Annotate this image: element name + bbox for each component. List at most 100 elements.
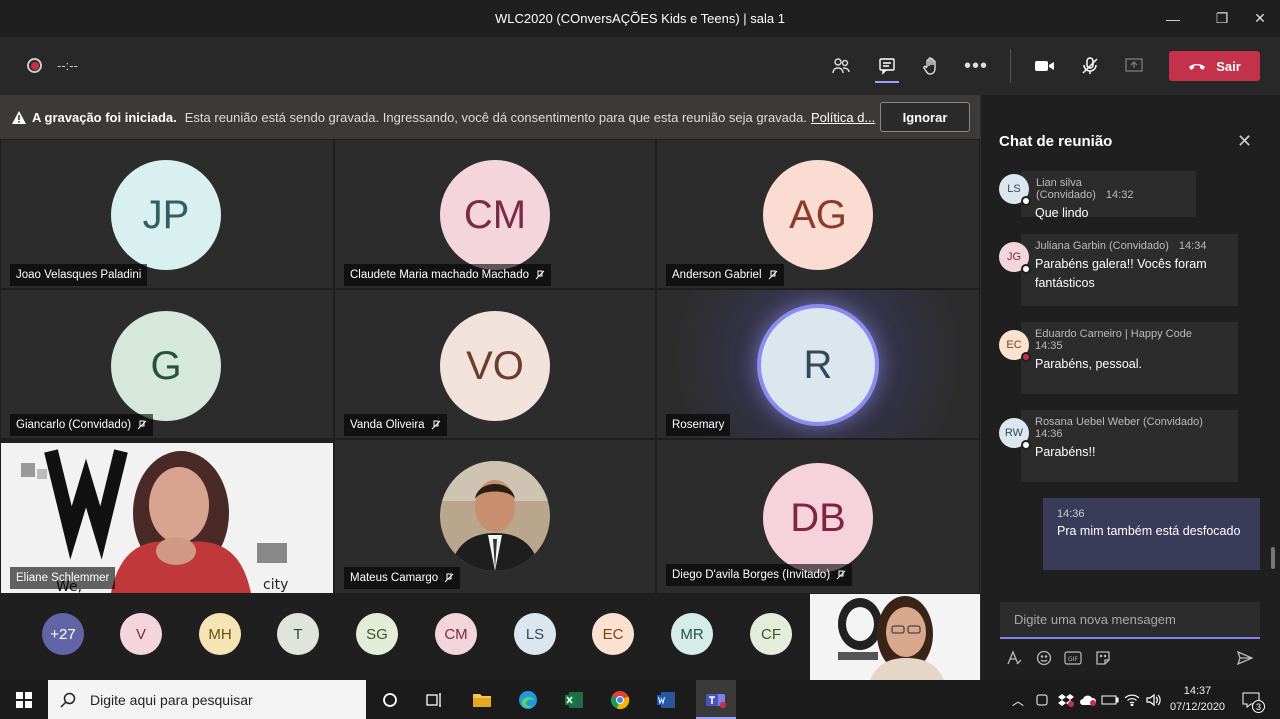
message-author: Juliana Garbin (Convidado) [1035,240,1169,252]
strip-avatar[interactable]: T [277,613,319,655]
chat-bubble: Juliana Garbin (Convidado) 14:34 Parabéns… [1021,234,1238,306]
participant-name-tag: Vanda Oliveira [344,414,447,436]
ignore-button[interactable]: Ignorar [880,102,970,132]
participant-tile[interactable]: G Giancarlo (Convidado) [1,290,333,438]
window-title: WLC2020 (COnversAÇÕES Kids e Teens) | sa… [495,11,785,26]
participant-avatar: VO [440,311,550,421]
message-time: 14:34 [1178,240,1207,252]
participant-tile[interactable]: CM Claudete Maria machado Machado [335,140,655,288]
participant-name-tag: Claudete Maria machado Machado [344,264,551,286]
meeting-toolbar: --:-- ••• Sair [0,37,1280,95]
more-options-icon[interactable]: ••• [961,51,991,81]
banner-title: A gravação foi iniciada. [32,109,177,125]
gif-icon[interactable]: GIF [1063,648,1083,668]
taskbar-clock[interactable]: 14:37 07/12/2020 [1170,683,1225,715]
teams-taskbar-button[interactable] [696,680,736,719]
more-participants-badge[interactable]: +27 [42,613,84,655]
strip-avatar[interactable]: SG [356,613,398,655]
participant-tile[interactable]: AG Anderson Gabriel [657,140,979,288]
banner-text: Esta reunião está sendo gravada. Ingress… [184,109,807,125]
close-window-button[interactable]: ✕ [1241,0,1279,37]
share-screen-icon[interactable] [1119,51,1149,81]
participant-avatar: G [111,311,221,421]
mic-muted-icon [768,270,777,280]
chat-icon[interactable] [872,51,902,83]
show-hidden-icons[interactable]: ︿ [1006,688,1030,712]
camera-icon[interactable] [1030,51,1060,81]
raise-hand-icon[interactable] [916,51,946,81]
message-text: Que lindo [1035,206,1089,220]
meeting-timer: --:-- [57,58,78,73]
cortana-icon[interactable] [378,688,402,712]
message-author: Rosana Uebel Weber (Convidado) [1035,416,1203,428]
edge-browser-icon[interactable] [516,688,540,712]
mic-muted-icon [431,420,440,430]
word-icon[interactable] [654,688,678,712]
onedrive-icon[interactable] [1076,688,1100,712]
message-avatar[interactable]: JG [999,242,1031,274]
strip-avatar[interactable]: MH [199,613,241,655]
video-grid: JP Joao Velasques Paladini CM Claudete M… [0,139,980,594]
leave-button[interactable]: Sair [1169,51,1260,81]
taskbar-search-box[interactable]: Digite aqui para pesquisar [48,680,366,719]
chat-scrollbar[interactable] [1271,547,1275,569]
participant-tile[interactable]: VO Vanda Oliveira [335,290,655,438]
own-chat-message: 14:36 Pra mim também está desfocado [1043,498,1260,570]
participant-tile[interactable]: Mateus Camargo [335,440,655,593]
message-time: 14:35 [1035,340,1063,352]
recording-banner: A gravação foi iniciada. Esta reunião es… [0,95,980,139]
participant-video-tile[interactable]: We, city Eliane Schlemmer [1,443,333,593]
volume-icon[interactable] [1142,688,1166,712]
mic-muted-icon[interactable] [1075,51,1105,81]
dropbox-icon[interactable] [1054,688,1078,712]
excel-icon[interactable] [562,688,586,712]
minimize-button[interactable]: — [1154,0,1192,37]
participant-avatar: R [757,304,879,426]
strip-avatar[interactable]: EC [592,613,634,655]
participant-name-tag: Eliane Schlemmer [10,567,116,589]
presence-status-icon [1021,440,1031,450]
chat-active-indicator [875,81,899,83]
send-icon[interactable] [1235,648,1255,668]
participant-name-tag: Anderson Gabriel [666,264,784,286]
task-view-icon[interactable] [422,688,446,712]
chat-bubble: Lian silva (Convidado) 14:32 Que lindo [1021,171,1196,220]
notifications-icon[interactable]: 3 [1239,688,1265,713]
file-explorer-icon[interactable] [470,688,494,712]
window-titlebar: WLC2020 (COnversAÇÕES Kids e Teens) | sa… [0,0,1280,37]
strip-avatar[interactable]: CF [750,613,792,655]
message-text: Parabéns, pessoal. [1035,357,1143,371]
windows-start-icon[interactable] [12,688,36,712]
strip-avatar[interactable]: LS [514,613,556,655]
presence-status-icon [1021,352,1031,362]
battery-icon[interactable] [1098,688,1122,712]
wifi-icon[interactable] [1120,688,1144,712]
message-avatar[interactable]: LS [999,174,1031,206]
message-time: 14:36 [1035,428,1063,440]
close-chat-icon[interactable]: ✕ [1237,131,1252,152]
search-icon [60,692,76,708]
clock-time: 14:37 [1183,685,1212,697]
message-avatar[interactable]: RW [999,418,1031,450]
participant-name-tag: Giancarlo (Convidado) [10,414,154,436]
meet-now-icon[interactable] [1030,688,1054,712]
strip-avatar[interactable]: MR [671,613,713,655]
strip-avatar[interactable]: CM [435,613,477,655]
mic-muted-icon [137,420,147,430]
maximize-button[interactable]: ❐ [1203,0,1241,37]
compose-message-input[interactable]: Digite uma nova mensagem [1000,602,1260,639]
chrome-icon[interactable] [608,688,632,712]
warning-icon [12,110,26,124]
participant-tile[interactable]: JP Joao Velasques Paladini [1,140,333,288]
participant-tile-speaking[interactable]: R Rosemary [657,290,979,438]
message-avatar[interactable]: EC [999,330,1031,362]
sticker-icon[interactable] [1093,648,1113,668]
participant-avatar: AG [763,160,873,270]
privacy-policy-link[interactable]: Política d... [811,110,875,125]
emoji-icon[interactable] [1034,648,1054,668]
format-icon[interactable] [1004,648,1024,668]
strip-avatar[interactable]: V [120,613,162,655]
participant-tile[interactable]: DB Diego D'avila Borges (Invitado) [657,440,979,593]
participants-icon[interactable] [826,51,856,81]
self-video-preview[interactable] [810,594,980,680]
